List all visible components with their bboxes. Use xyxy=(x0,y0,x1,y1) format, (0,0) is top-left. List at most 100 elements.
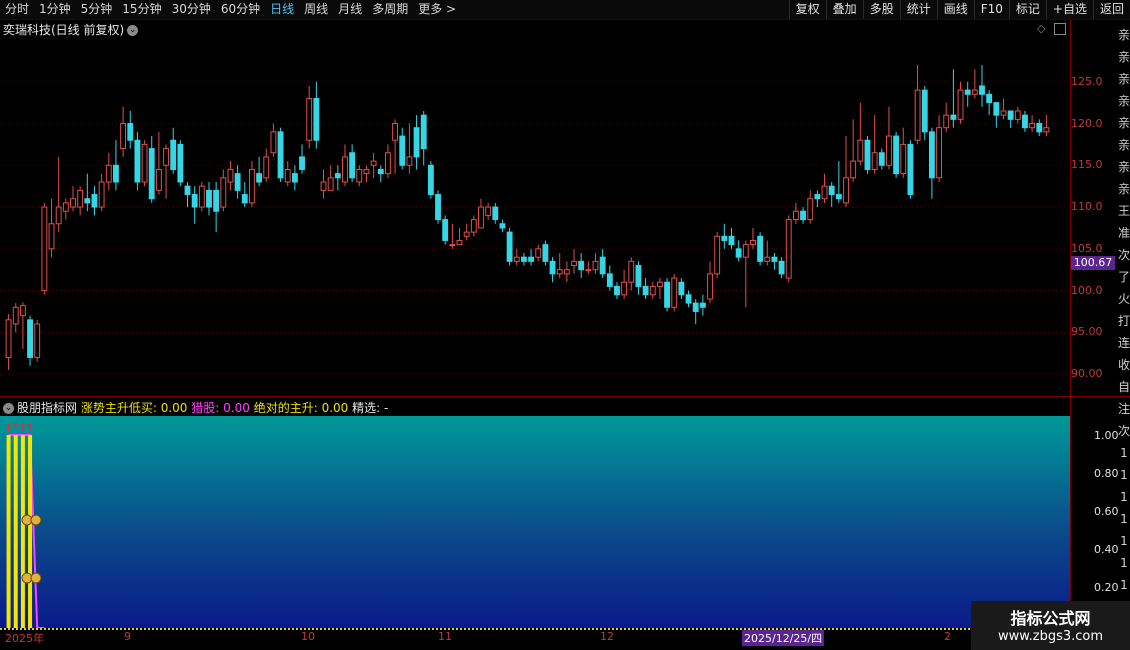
period-tab[interactable]: 周线 xyxy=(299,0,333,19)
side-panel-char: 火 xyxy=(1118,292,1130,306)
period-tab[interactable]: 分时 xyxy=(0,0,34,19)
tool-button[interactable]: 统计 xyxy=(899,0,937,19)
candle-body-down xyxy=(864,139,871,170)
candle xyxy=(1022,111,1028,132)
candle xyxy=(979,65,985,107)
candle-body-up xyxy=(478,206,484,229)
candle xyxy=(98,173,105,212)
indicator-field-label: 精选: xyxy=(352,401,381,415)
side-panel-char: 自 xyxy=(1118,380,1130,394)
tool-button[interactable]: 返回 xyxy=(1092,0,1130,19)
candle xyxy=(485,202,492,220)
candle xyxy=(592,253,599,274)
side-panel-char: 亲 xyxy=(1118,160,1130,174)
candle-body-up xyxy=(12,306,19,325)
candle-body-up xyxy=(5,319,12,358)
candle xyxy=(120,106,127,157)
candle xyxy=(55,156,62,233)
candle xyxy=(406,123,413,174)
side-panel-char: 1 xyxy=(1120,556,1128,570)
candle xyxy=(628,257,635,291)
candle-body-up xyxy=(1043,127,1050,133)
candle xyxy=(363,165,370,182)
period-tab[interactable]: 15分钟 xyxy=(117,0,166,19)
tool-button[interactable]: +自选 xyxy=(1045,0,1093,19)
candle xyxy=(377,165,384,182)
candle-body-down xyxy=(950,114,957,120)
tool-button[interactable]: 叠加 xyxy=(825,0,863,19)
indicator-field-value: 0.00 xyxy=(160,401,188,415)
candle-body-down xyxy=(1007,110,1014,120)
candle xyxy=(857,102,864,166)
candle xyxy=(792,202,799,224)
candle xyxy=(420,111,427,166)
side-panel-char: 次 xyxy=(1118,424,1130,438)
side-panel-char: 亲 xyxy=(1118,182,1130,196)
candle-body-down xyxy=(442,219,449,241)
candle-body-up xyxy=(513,256,520,262)
tool-button[interactable]: 复权 xyxy=(788,0,826,19)
chart-title[interactable]: 奕瑞科技(日线 前复权) ⌄ xyxy=(3,21,139,38)
candle-body-down xyxy=(349,152,356,179)
period-tab[interactable]: 月线 xyxy=(333,0,367,19)
candle-body-down xyxy=(148,148,155,200)
candle xyxy=(714,232,721,279)
candle xyxy=(277,127,284,182)
period-tab[interactable]: 60分钟 xyxy=(216,0,265,19)
indicator-chart: ↑↑↑↑ xyxy=(4,421,45,628)
price-tick-label: 100.0 xyxy=(1071,283,1103,297)
chevron-down-icon[interactable]: ⌄ xyxy=(3,403,14,414)
candle xyxy=(563,261,570,283)
price-tick-label: 105.0 xyxy=(1071,241,1103,255)
indicator-field-value: 0.00 xyxy=(223,401,250,415)
period-tab[interactable]: 多周期 xyxy=(367,0,413,19)
candle xyxy=(127,111,134,149)
candle-body-down xyxy=(692,302,699,312)
stock-name-label: 奕瑞科技(日线 前复权) xyxy=(3,23,125,37)
candle xyxy=(148,136,155,203)
candle-body-up xyxy=(585,269,592,272)
period-tab[interactable]: 1分钟 xyxy=(34,0,76,19)
period-tab[interactable]: 更多 > xyxy=(413,0,461,19)
chevron-down-icon[interactable]: ⌄ xyxy=(127,25,139,36)
candle-body-down xyxy=(606,273,613,287)
maximize-icon[interactable] xyxy=(1054,23,1066,35)
candle xyxy=(256,156,263,187)
candle xyxy=(835,161,842,203)
indicator-name[interactable]: 股朋指标网 xyxy=(17,401,77,415)
candle-body-up xyxy=(19,305,26,317)
candle-body-down xyxy=(599,256,606,275)
candle xyxy=(370,152,377,178)
price-chart[interactable] xyxy=(0,40,1070,395)
candle xyxy=(34,319,41,362)
candle-body-down xyxy=(184,185,191,196)
candle-body-down xyxy=(664,281,671,308)
candle-body-up xyxy=(105,164,112,183)
side-panel-char: 1 xyxy=(1120,512,1128,526)
candle-body-down xyxy=(127,123,134,141)
candle-body-down xyxy=(699,302,706,308)
diamond-icon[interactable]: ◇ xyxy=(1037,22,1045,35)
candle xyxy=(134,131,141,191)
tool-button[interactable]: 画线 xyxy=(936,0,974,19)
candle xyxy=(213,182,220,233)
candle-body-up xyxy=(656,281,663,287)
candle-body-down xyxy=(234,173,241,191)
candle-body-down xyxy=(84,198,91,204)
candle xyxy=(936,115,942,182)
side-panel-char: 亲 xyxy=(1118,116,1130,130)
candle-body-up xyxy=(571,260,577,267)
period-tab[interactable]: 30分钟 xyxy=(167,0,216,19)
candle-body-down xyxy=(506,231,513,262)
candle-body-up xyxy=(821,185,828,200)
candle-body-up xyxy=(556,269,563,275)
period-tab[interactable]: 5分钟 xyxy=(76,0,118,19)
tool-button[interactable]: 多股 xyxy=(862,0,900,19)
tool-button[interactable]: F10 xyxy=(973,0,1009,19)
date-axis: 2025年 9 10 11 12 2 xyxy=(0,628,1070,650)
period-tab[interactable]: 日线 xyxy=(265,0,299,19)
candle-body-down xyxy=(277,131,284,179)
tool-button[interactable]: 标记 xyxy=(1008,0,1046,19)
candle xyxy=(342,144,348,187)
candle-body-up xyxy=(957,89,964,120)
